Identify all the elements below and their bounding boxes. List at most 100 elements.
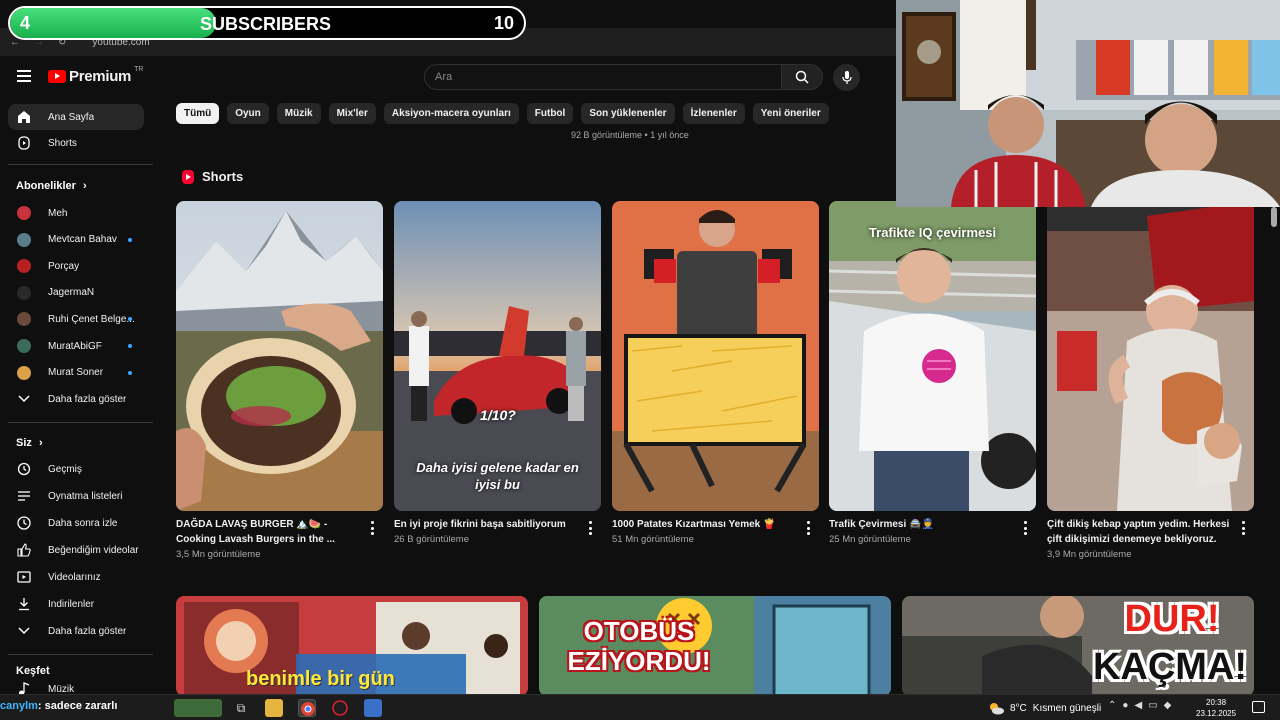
short-thumbnail[interactable] — [176, 201, 383, 511]
short-card[interactable]: Çift dikiş kebap yaptım yedim. Herkesi ç… — [1047, 201, 1254, 560]
shorts-section-title: Shorts — [202, 169, 244, 184]
network-icon[interactable]: ◆ — [1164, 700, 1178, 711]
search-input[interactable]: Ara — [424, 64, 782, 90]
divider — [8, 654, 153, 655]
video-thumbnail[interactable]: DUR! KAÇMA! — [902, 596, 1254, 696]
short-thumbnail[interactable]: 1/10? Daha iyisi gelene kadar en iyisi b… — [394, 201, 601, 511]
sidebar-item-liked[interactable]: Beğendiğim videolar — [8, 537, 144, 563]
volume-icon[interactable]: ◀ — [1134, 700, 1148, 711]
sidebar-channel[interactable]: Porçay — [8, 253, 144, 279]
sidebar: Ana Sayfa Shorts Abonelikler › Meh Mevtca… — [0, 98, 160, 696]
voice-search-button[interactable] — [833, 64, 860, 91]
weather-temp: 8°C — [1010, 702, 1027, 714]
avatar — [17, 365, 31, 380]
home-icon — [16, 109, 32, 125]
sidebar-item-shorts[interactable]: Shorts — [8, 130, 144, 156]
sidebar-channel[interactable]: Ruhi Çenet Belge... — [8, 306, 144, 332]
search-button[interactable] — [781, 64, 823, 90]
filter-chips: Tümü Oyun Müzik Mix'ler Aksiyon-macera oyunl… — [176, 103, 829, 124]
filter-chip[interactable]: Müzik — [276, 103, 321, 124]
task-view-icon[interactable]: ⧉ — [232, 699, 250, 717]
shorts-section-header: Shorts — [182, 169, 243, 184]
chrome-icon[interactable] — [298, 699, 316, 717]
sidebar-item-watch-later[interactable]: Daha sonra izle — [8, 510, 144, 536]
sidebar-item-your-videos[interactable]: Videolarınız — [8, 564, 144, 590]
system-tray[interactable]: ⌃●◀▭◆ — [1108, 700, 1177, 711]
thumbnail-overlay-text: OTOBÜS EZİYORDU! — [567, 616, 711, 676]
filter-chip[interactable]: Son yüklenenler — [581, 103, 675, 124]
more-options-icon[interactable] — [371, 521, 375, 535]
filter-chip[interactable]: İzlenenler — [682, 103, 745, 124]
short-thumbnail[interactable] — [1047, 201, 1254, 511]
obs-icon[interactable] — [331, 699, 349, 717]
channel-name: JagermaN — [48, 287, 95, 299]
filter-chip[interactable]: Mix'ler — [328, 103, 376, 124]
sidebar-show-more-you[interactable]: Daha fazla göster — [8, 618, 144, 644]
filter-chip[interactable]: Yeni öneriler — [752, 103, 829, 124]
thumbnail-overlay-text: benimle bir gün — [246, 668, 395, 690]
file-explorer-icon[interactable] — [265, 699, 283, 717]
sidebar-channel[interactable]: Meh — [8, 200, 144, 226]
more-options-icon[interactable] — [1024, 521, 1028, 535]
subscriptions-header[interactable]: Abonelikler › — [16, 180, 87, 192]
chevron-down-icon — [16, 391, 32, 407]
sidebar-item-home[interactable]: Ana Sayfa — [8, 104, 144, 130]
clock-icon — [16, 515, 32, 531]
sidebar-channel[interactable]: JagermaN — [8, 280, 144, 306]
video-thumbnail[interactable]: benimle bir gün — [176, 596, 528, 696]
notification-icon[interactable] — [1252, 701, 1265, 713]
short-title[interactable]: Trafik Çevirmesi 🚔👮 — [829, 517, 1036, 532]
short-card[interactable]: DAĞDA LAVAŞ BURGER 🏔️🍉 - Cooking Lavash … — [176, 201, 383, 560]
you-title: Siz — [16, 437, 32, 449]
microphone-tray-icon[interactable]: ● — [1122, 700, 1134, 711]
short-thumbnail[interactable]: Trafikte IQ çevirmesi — [829, 201, 1036, 511]
scrollbar-thumb[interactable] — [1271, 207, 1277, 227]
search-icon — [795, 70, 809, 84]
divider — [8, 422, 153, 423]
sidebar-channel[interactable]: Mevtcan Bahav — [8, 227, 144, 253]
filter-chip[interactable]: Oyun — [227, 103, 269, 124]
tray-chevron-icon[interactable]: ⌃ — [1108, 700, 1122, 711]
more-options-icon[interactable] — [1242, 521, 1246, 535]
weather-desc: Kısmen güneşli — [1032, 702, 1102, 714]
you-header[interactable]: Siz › — [16, 437, 43, 449]
sidebar-channel[interactable]: MuratAbiGF — [8, 333, 144, 359]
short-title[interactable]: Çift dikiş kebap yaptım yedim. Herkesi ç… — [1047, 517, 1254, 547]
short-title[interactable]: En iyi proje fikrini başa sabitliyorum — [394, 517, 601, 532]
short-views: 25 Mn görüntüleme — [829, 534, 911, 545]
more-options-icon[interactable] — [807, 521, 811, 535]
divider — [8, 164, 153, 165]
filter-chip[interactable]: Aksiyon-macera oyunları — [383, 103, 519, 124]
video-thumbnail[interactable]: OTOBÜS EZİYORDU! — [539, 596, 891, 696]
sidebar-item-playlists[interactable]: Oynatma listeleri — [8, 483, 144, 509]
history-icon — [16, 461, 32, 477]
filter-chip[interactable]: Tümü — [176, 103, 220, 124]
short-card[interactable]: 1000 Patates Kızartması Yemek 🍟 51 Mn gö… — [612, 201, 819, 545]
short-card[interactable]: 1/10? Daha iyisi gelene kadar en iyisi b… — [394, 201, 601, 545]
short-card[interactable]: Trafikte IQ çevirmesi Trafik Çevirmesi 🚔… — [829, 201, 1036, 545]
subscriber-goal-bar: 4 SUBSCRIBERS 10 — [8, 6, 526, 40]
game-icon[interactable] — [174, 699, 222, 717]
short-title[interactable]: DAĞDA LAVAŞ BURGER 🏔️🍉 - Cooking Lavash … — [176, 517, 383, 547]
monitor-app-icon[interactable] — [364, 699, 382, 717]
channel-avatar — [16, 365, 32, 381]
microphone-icon — [841, 70, 852, 84]
video-meta: 92 B görüntüleme • 1 yıl önce — [571, 130, 689, 140]
more-options-icon[interactable] — [589, 521, 593, 535]
taskbar: canylm: sadece zararlı ⧉ 8°C Kısmen güne… — [0, 694, 1280, 720]
sidebar-item-history[interactable]: Geçmiş — [8, 456, 144, 482]
sidebar-show-more-subs[interactable]: Daha fazla göster — [8, 386, 144, 412]
system-clock[interactable]: 20:38 23.12.2025 — [1196, 697, 1236, 719]
youtube-premium-logo[interactable]: Premium TR — [48, 66, 143, 85]
menu-icon[interactable] — [17, 70, 31, 82]
sidebar-item-downloads[interactable]: İndirilenler — [8, 591, 144, 617]
filter-chip[interactable]: Futbol — [526, 103, 574, 124]
channel-avatar — [16, 232, 32, 248]
weather-widget[interactable]: 8°C Kısmen güneşli — [988, 701, 1101, 715]
short-title[interactable]: 1000 Patates Kızartması Yemek 🍟 — [612, 517, 819, 532]
channel-name: MuratAbiGF — [48, 340, 102, 352]
subscriber-progress-fill — [10, 8, 216, 38]
battery-icon[interactable]: ▭ — [1148, 700, 1163, 711]
sidebar-channel[interactable]: Murat Soner — [8, 360, 144, 386]
short-thumbnail[interactable] — [612, 201, 819, 511]
